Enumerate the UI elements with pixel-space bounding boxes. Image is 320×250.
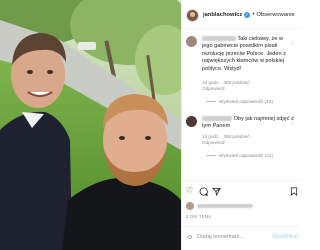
post-actions: ♡ [186,186,298,199]
verified-badge-icon: ✓ [244,12,251,18]
commenter-avatar[interactable] [186,36,197,47]
add-comment-bar: ☺ Dodaj komentarz... Opublikuj [186,230,298,244]
post-header: janblachowicz ✓ • Obserwowanie [186,6,300,24]
comment-item: Oby jak najmniej zdjęć z tym Panem ♡ 1d … [186,116,298,166]
author-username[interactable]: janblachowicz [203,12,242,18]
author-avatar[interactable] [186,8,199,22]
selfie-photo [0,0,181,250]
likes-text-redacted [197,204,253,208]
comment-icon[interactable] [199,186,208,199]
comment-reply-link[interactable]: Odpowiedz [202,140,225,145]
comment-like-icon[interactable]: ♡ [290,40,295,47]
instagram-post-view: janblachowicz ✓ • Obserwowanie Taki ciek… [0,0,300,250]
commenter-username-redacted [202,36,236,42]
comment-like-icon[interactable]: ♡ [290,120,295,127]
comment-time: 1d godz. [202,80,220,85]
comment-box-divider [182,226,300,227]
emoji-icon[interactable]: ☺ [186,234,193,241]
post-timestamp: 2 DNI TEMU [186,214,212,219]
post-sidebar: janblachowicz ✓ • Obserwowanie Taki ciek… [181,0,300,250]
actions-divider [182,180,300,181]
comment-input[interactable]: Dodaj komentarz... [197,234,244,240]
view-replies-link[interactable]: Wyświetl odpowiedzi (24) [206,154,273,159]
header-divider [182,28,300,29]
comment-meta: 1d godz. 398 polubień Odpowiedz [202,80,250,92]
share-icon[interactable] [211,186,221,199]
comment-likes[interactable]: 286 polubień [223,134,249,139]
commenter-avatar[interactable] [186,116,197,127]
liker-avatar [186,202,194,210]
bookmark-icon[interactable] [290,186,298,199]
comment-time: 1d godz. [202,134,220,139]
likes-row[interactable] [186,202,253,210]
heart-icon[interactable]: ♡ [186,186,193,196]
comment-body: Taki ciekawy, że w jego gabinecie powstk… [202,36,294,73]
comment-item: Taki ciekawy, że w jego gabinecie powstk… [186,36,298,118]
comment-body: Oby jak najmniej zdjęć z tym Panem [202,116,294,131]
view-replies-link[interactable]: Wyświetl odpowiedzi (13) [206,100,273,105]
comment-text: Taki ciekawy, że w jego gabinecie powstk… [202,36,286,72]
publish-button[interactable]: Opublikuj [272,234,298,240]
comment-meta: 1d godz. 286 polubień Odpowiedz [202,134,250,146]
commenter-username-redacted [202,116,232,122]
post-photo[interactable] [0,0,181,250]
following-button[interactable]: Obserwowanie [256,12,294,18]
comment-reply-link[interactable]: Odpowiedz [202,86,225,91]
separator-dot: • [252,12,255,18]
comment-likes[interactable]: 398 polubień [223,80,249,85]
